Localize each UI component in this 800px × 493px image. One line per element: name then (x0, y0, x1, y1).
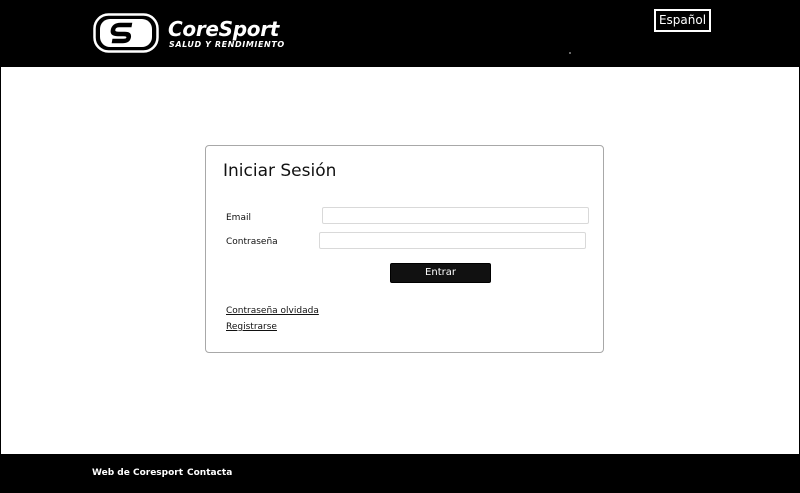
main-content: Iniciar Sesión Email Contraseña Entrar C… (1, 67, 799, 454)
brand-tagline: SALUD Y RENDIMIENTO (169, 40, 285, 49)
email-label: Email (226, 213, 251, 223)
password-field[interactable] (319, 232, 586, 249)
footer-link-coresport-web[interactable]: Web de Coresport (92, 467, 183, 479)
site-header: CoreSport SALUD Y RENDIMIENTO Español (0, 0, 800, 67)
password-label: Contraseña (226, 237, 278, 247)
header-divider-dot (569, 52, 571, 54)
brand-name: CoreSport (168, 17, 280, 41)
site-footer: Web de Coresport Contacta (0, 454, 800, 493)
login-form-card: Iniciar Sesión Email Contraseña Entrar C… (205, 145, 604, 353)
forgot-password-link[interactable]: Contraseña olvidada (226, 305, 319, 317)
register-link[interactable]: Registrarse (226, 321, 277, 333)
coresport-logo[interactable]: CoreSport SALUD Y RENDIMIENTO (93, 13, 298, 55)
email-field[interactable] (322, 207, 589, 224)
language-selector-button[interactable]: Español (654, 9, 711, 32)
page: CoreSport SALUD Y RENDIMIENTO Español In… (0, 0, 800, 493)
coresport-logo-badge-icon (93, 13, 159, 53)
login-title: Iniciar Sesión (223, 161, 337, 181)
login-submit-button[interactable]: Entrar (390, 263, 491, 283)
footer-link-contact[interactable]: Contacta (187, 467, 232, 479)
